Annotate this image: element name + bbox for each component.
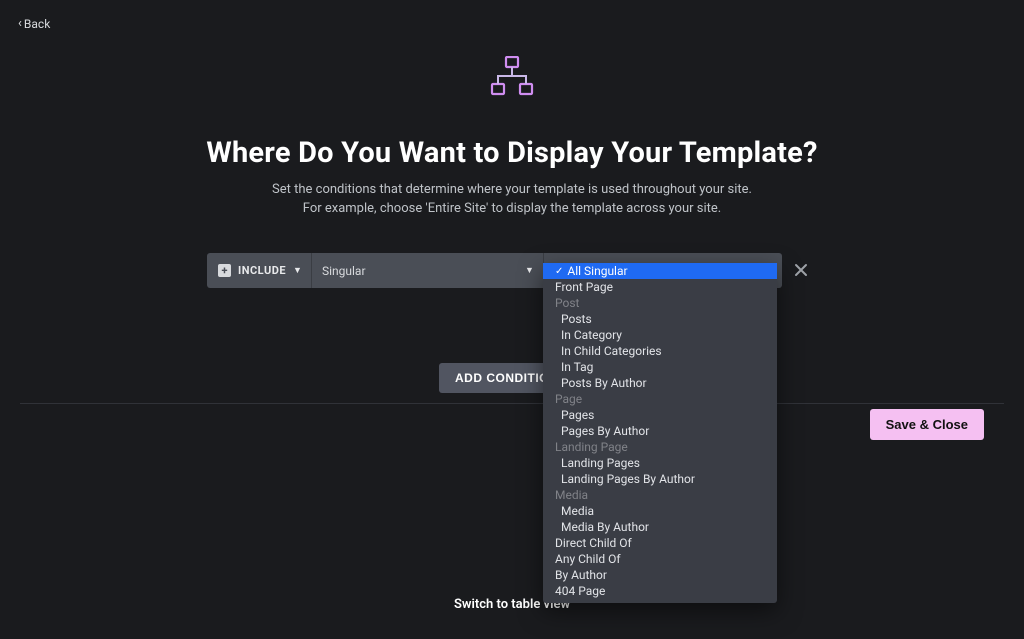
dropdown-item[interactable]: Posts	[543, 311, 777, 327]
dropdown-item[interactable]: 404 Page	[543, 583, 777, 599]
back-label: Back	[24, 17, 50, 31]
value-dropdown-panel: All SingularFront PagePostPostsIn Catego…	[543, 263, 777, 603]
remove-condition-button[interactable]	[791, 260, 811, 280]
dropdown-item[interactable]: Landing Pages	[543, 455, 777, 471]
dropdown-group-label: Landing Page	[543, 439, 777, 455]
dropdown-item[interactable]: In Category	[543, 327, 777, 343]
page-title: Where Do You Want to Display Your Templa…	[0, 136, 1024, 170]
plus-icon: +	[218, 264, 231, 277]
dropdown-item[interactable]: Front Page	[543, 279, 777, 295]
include-select[interactable]: + INCLUDE ▼	[207, 253, 312, 288]
dropdown-item[interactable]: Pages	[543, 407, 777, 423]
dropdown-item[interactable]: By Author	[543, 567, 777, 583]
switch-view-link[interactable]: Switch to table view	[0, 597, 1024, 612]
dropdown-item[interactable]: All Singular	[543, 263, 777, 279]
dropdown-item[interactable]: In Child Categories	[543, 343, 777, 359]
chevron-left-icon: ‹	[18, 16, 22, 31]
scope-select[interactable]: Singular ▼	[312, 253, 544, 288]
page-subtitle: Set the conditions that determine where …	[0, 180, 1024, 218]
save-close-button[interactable]: Save & Close	[870, 409, 984, 440]
dropdown-item[interactable]: In Tag	[543, 359, 777, 375]
dropdown-item[interactable]: Media By Author	[543, 519, 777, 535]
subtitle-line-1: Set the conditions that determine where …	[272, 182, 752, 197]
divider	[20, 403, 1004, 404]
dropdown-item[interactable]: Any Child Of	[543, 551, 777, 567]
dropdown-item[interactable]: Pages By Author	[543, 423, 777, 439]
dropdown-item[interactable]: Posts By Author	[543, 375, 777, 391]
dropdown-item[interactable]: Landing Pages By Author	[543, 471, 777, 487]
dropdown-group-label: Media	[543, 487, 777, 503]
include-label: INCLUDE	[238, 264, 286, 277]
chevron-down-icon: ▼	[293, 265, 302, 276]
dropdown-item[interactable]: Direct Child Of	[543, 535, 777, 551]
back-link[interactable]: ‹ Back	[18, 16, 50, 31]
dropdown-group-label: Post	[543, 295, 777, 311]
scope-selected-label: Singular	[322, 264, 366, 278]
dropdown-item[interactable]: Media	[543, 503, 777, 519]
sitemap-icon	[490, 56, 534, 100]
subtitle-line-2: For example, choose 'Entire Site' to dis…	[303, 201, 721, 216]
chevron-down-icon: ▼	[525, 265, 534, 276]
dropdown-group-label: Page	[543, 391, 777, 407]
